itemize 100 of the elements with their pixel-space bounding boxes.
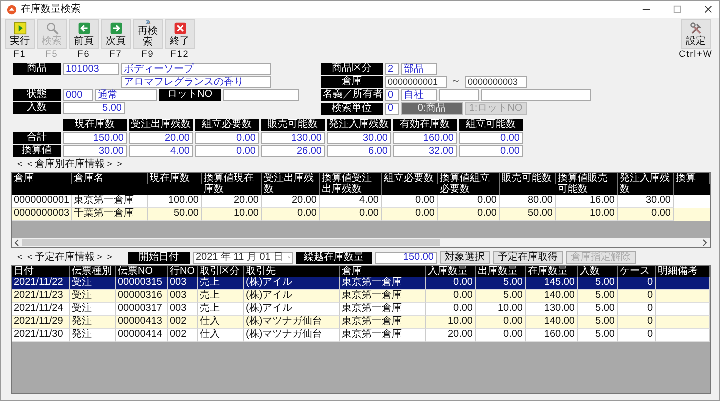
play-icon — [14, 22, 26, 34]
category-code-field[interactable]: 2 — [385, 63, 399, 75]
product-code-field[interactable]: 101003 — [63, 63, 119, 75]
table-cell: (株)マツナガ仙台 — [244, 329, 340, 342]
summary-value: 4.00 — [129, 145, 193, 157]
table-cell: 160.00 — [526, 329, 578, 342]
search-icon — [46, 22, 58, 34]
quantity-field[interactable]: 5.00 — [63, 102, 125, 114]
research-button[interactable]: 再検索 — [133, 19, 163, 49]
product-name-field[interactable]: ボディーソープ — [121, 63, 271, 75]
table-cell: 仕入 — [198, 329, 244, 342]
column-header: 発注入庫残数 — [327, 119, 391, 131]
summary-value: 0.00 — [195, 145, 259, 157]
field-label: 商品 — [13, 63, 61, 75]
input-field[interactable] — [481, 89, 591, 101]
table-cell: 002 — [168, 329, 198, 342]
section-title: ＜＜予定在庫情報＞＞ — [15, 252, 116, 264]
row-label: 合計 — [13, 132, 61, 144]
action-button[interactable]: 対象選択 — [440, 251, 490, 264]
table-cell: 10.00 — [556, 208, 618, 221]
table-cell: 0.00 — [382, 208, 438, 221]
summary-value: 0.00 — [459, 132, 523, 144]
table-cell: 00000414 — [116, 329, 168, 342]
table-cell: 0.00 — [476, 329, 526, 342]
owner-code-field[interactable]: 0 — [385, 89, 399, 101]
summary-value: 26.00 — [261, 145, 325, 157]
warehouse-from-field[interactable]: 0000000001 — [385, 76, 447, 88]
action-button[interactable]: 予定在庫取得 — [493, 251, 563, 264]
table-cell: 0.00 — [262, 208, 320, 221]
warehouse-to-field[interactable]: 0000000003 — [465, 76, 527, 88]
column-header: 組立可能数 — [459, 119, 523, 131]
close-icon[interactable] — [704, 5, 713, 14]
table-cell: 20.00 — [426, 329, 476, 342]
shortcut-key: F9 — [142, 49, 154, 60]
column-header: 有効在庫数 — [393, 119, 457, 131]
row-label: 換算値 — [13, 145, 61, 157]
summary-value: 30.00 — [63, 145, 127, 157]
summary-value: 6.00 — [327, 145, 391, 157]
summary-value: 130.00 — [261, 132, 325, 144]
window-title: 在庫数量検索 — [21, 4, 81, 16]
shortcut-key: F6 — [78, 49, 90, 60]
category-name-field[interactable]: 部品 — [401, 63, 437, 75]
chevron-left-icon[interactable] — [14, 238, 20, 246]
table-cell: 0000000003 — [12, 208, 72, 221]
table-cell: 0 — [618, 329, 656, 342]
shortcut-key: F12 — [170, 49, 190, 60]
summary-value: 0.00 — [459, 145, 523, 157]
table-cell: 0.00 — [438, 208, 500, 221]
table-cell: 0.00 — [320, 208, 382, 221]
shortcut-key: F1 — [14, 49, 26, 60]
left-arrow-icon — [78, 22, 90, 34]
status-name-field[interactable]: 通常 — [95, 89, 157, 101]
owner-name-field[interactable]: 自社 — [401, 89, 437, 101]
column-header: 受注出庫残数 — [129, 119, 193, 131]
field-label: 状態 — [13, 89, 61, 101]
prev-button[interactable]: 前頁 — [69, 19, 99, 49]
search-unit-toggle[interactable]: 0:商品 — [401, 102, 463, 115]
exit-button[interactable]: 終了 — [165, 19, 195, 49]
field-label: 入数 — [13, 102, 61, 114]
search-unit-code-field[interactable]: 0 — [385, 102, 399, 114]
next-button[interactable]: 次頁 — [101, 19, 131, 49]
section-title: ＜＜倉庫別在庫情報＞＞ — [14, 158, 126, 171]
carryover-quantity-field[interactable]: 150.00 — [375, 252, 437, 264]
maximize-icon[interactable] — [673, 5, 682, 14]
input-field[interactable] — [439, 89, 479, 101]
app-logo-icon — [7, 4, 17, 14]
lot-number-field[interactable] — [223, 89, 299, 101]
shortcut-key: F5 — [46, 49, 58, 60]
settings-button[interactable]: 設定 — [681, 19, 711, 49]
field-label: 商品区分 — [321, 63, 383, 75]
summary-value: 0.00 — [195, 132, 259, 144]
chevron-right-icon[interactable] — [702, 238, 708, 246]
field-label: 開始日付 — [128, 252, 190, 264]
field-label: 検索単位 — [321, 102, 383, 114]
column-header: 現在庫数 — [63, 119, 127, 131]
table-cell: 50.00 — [500, 208, 556, 221]
range-separator: ～ — [450, 76, 462, 88]
field-label: 繰越在庫数量 — [296, 252, 372, 264]
run-button[interactable]: 実行 — [5, 19, 35, 49]
column-header[interactable]: 換算 — [674, 173, 710, 184]
table-cell: 5.00 — [578, 329, 618, 342]
horizontal-scrollbar[interactable] — [12, 238, 710, 247]
date-picker[interactable]: 2021 年 11 月 01 日 — [193, 252, 293, 264]
column-header[interactable]: 販売可能数 — [500, 173, 556, 184]
table-cell: 10.00 — [202, 208, 262, 221]
right-arrow-icon — [110, 22, 122, 34]
column-header: 販売可能数 — [261, 119, 325, 131]
close-icon — [174, 22, 186, 34]
field-label: 倉庫 — [321, 76, 383, 88]
status-code-field[interactable]: 000 — [63, 89, 93, 101]
summary-value: 32.00 — [393, 145, 457, 157]
tools-icon — [690, 22, 702, 34]
product-description-field[interactable]: アロマフレグランスの香り — [121, 76, 271, 88]
table-cell: 50.00 — [148, 208, 202, 221]
column-header: 組立必要数 — [195, 119, 259, 131]
table-cell: 0.00 — [618, 208, 674, 221]
shortcut-key: F7 — [110, 49, 122, 60]
field-label: ロットNO — [159, 89, 221, 101]
summary-value: 20.00 — [129, 132, 193, 144]
field-label: 名義／所有者 — [321, 89, 383, 101]
